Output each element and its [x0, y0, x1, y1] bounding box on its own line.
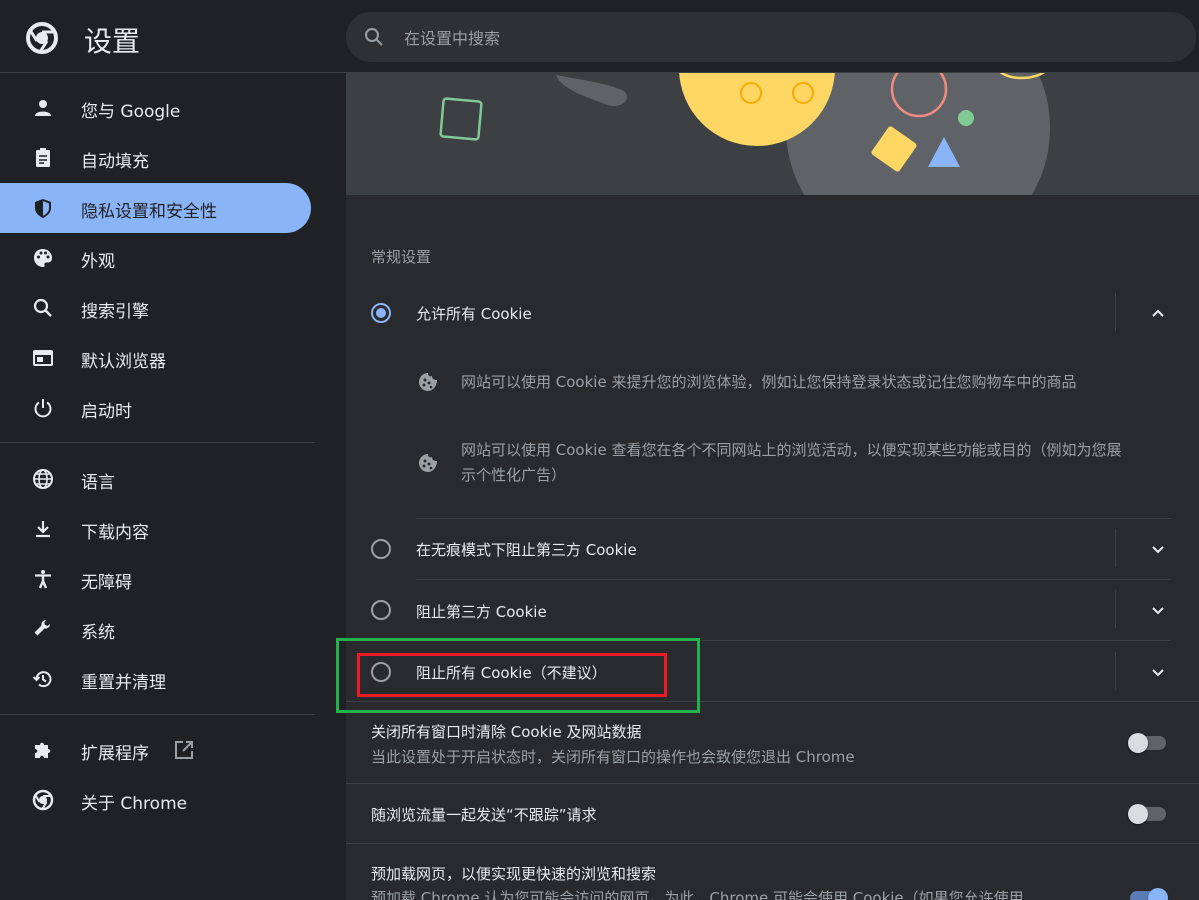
browser-icon	[33, 350, 53, 366]
history-icon	[32, 671, 52, 688]
search-icon	[33, 298, 52, 317]
chrome-icon	[32, 789, 54, 811]
radio-block-third-party-incognito[interactable]	[371, 539, 391, 559]
sidebar-item-system[interactable]: 系统	[0, 604, 311, 654]
sidebar-divider	[0, 714, 315, 715]
setting-label: 预加载网页，以便实现更快速的浏览和搜索	[371, 865, 657, 883]
cookie-icon	[419, 373, 437, 391]
download-icon	[36, 521, 50, 538]
setting-label: 随浏览流量一起发送“不跟踪”请求	[371, 806, 597, 824]
annotation-red-box	[357, 653, 667, 697]
wrench-icon	[34, 620, 50, 636]
chevron-down-icon[interactable]	[1148, 600, 1168, 620]
sidebar-item-privacy-security[interactable]: 隐私设置和安全性	[0, 183, 311, 233]
chevron-down-icon[interactable]	[1148, 539, 1168, 559]
row-divider	[416, 579, 1171, 580]
section-title: 常规设置	[371, 248, 432, 266]
sidebar-item-label: 关于 Chrome	[81, 794, 188, 814]
sidebar-item-downloads[interactable]: 下载内容	[0, 504, 311, 554]
cookie-detail-text-line2: 示个性化广告）	[461, 466, 567, 484]
sidebar-item-reset-cleanup[interactable]: 重置并清理	[0, 654, 311, 704]
top-bar: 设置	[0, 0, 1199, 73]
separator	[1115, 590, 1116, 628]
sidebar-item-label: 自动填充	[81, 152, 149, 172]
search-box[interactable]	[346, 12, 1196, 62]
option-label: 在无痕模式下阻止第三方 Cookie	[416, 541, 637, 559]
sidebar-item-label: 启动时	[81, 402, 132, 422]
setting-sublabel: 预加载 Chrome 认为您可能会访问的网页。为此，Chrome 可能会使用 C…	[371, 889, 1024, 900]
row-divider	[346, 783, 1199, 784]
main-panel: 常规设置 允许所有 Cookie 网站可以使用 Cookie 来提升您的浏览体验…	[346, 73, 1199, 900]
toggle-knob	[1128, 733, 1148, 753]
separator	[1115, 652, 1116, 690]
cookie-icon	[419, 454, 437, 472]
toggle-do-not-track[interactable]	[1128, 804, 1166, 824]
sidebar-item-label: 语言	[81, 473, 115, 493]
sidebar-item-languages[interactable]: 语言	[0, 454, 311, 504]
chevron-down-icon[interactable]	[1148, 662, 1168, 682]
cookie-detail-text-line1: 网站可以使用 Cookie 查看您在各个不同网站上的浏览活动，以便实现某些功能或…	[461, 441, 1122, 459]
sidebar-item-label: 默认浏览器	[81, 352, 166, 372]
open-in-new-icon	[175, 741, 193, 759]
radio-block-third-party[interactable]	[371, 600, 391, 620]
toggle-clear-on-exit[interactable]	[1128, 733, 1166, 753]
puzzle-icon	[35, 742, 51, 758]
power-icon	[34, 399, 52, 418]
globe-icon	[33, 469, 53, 489]
cookie-detail-text: 网站可以使用 Cookie 来提升您的浏览体验，例如让您保持登录状态或记住您购物…	[461, 373, 1077, 391]
sidebar-item-label: 外观	[81, 252, 115, 272]
sidebar-item-on-startup[interactable]: 启动时	[0, 383, 311, 433]
row-divider	[416, 518, 1171, 519]
row-divider	[346, 843, 1199, 844]
search-input[interactable]	[402, 26, 1166, 50]
sidebar: 您与 Google 自动填充 隐私设置和安全性 外观 搜索引擎 默认浏览器 启动…	[0, 73, 330, 900]
sidebar-divider	[0, 442, 315, 443]
radio-allow-all[interactable]	[371, 303, 391, 323]
sidebar-item-default-browser[interactable]: 默认浏览器	[0, 333, 311, 383]
sidebar-item-accessibility[interactable]: 无障碍	[0, 554, 311, 604]
setting-sublabel: 当此设置处于开启状态时，关闭所有窗口的操作也会致使您退出 Chrome	[371, 748, 855, 766]
sidebar-item-search-engine[interactable]: 搜索引擎	[0, 283, 311, 333]
clipboard-icon	[36, 148, 50, 167]
sidebar-item-you-and-google[interactable]: 您与 Google	[0, 83, 311, 133]
toggle-knob	[1148, 888, 1168, 900]
sidebar-item-appearance[interactable]: 外观	[0, 233, 311, 283]
illustration-graphic	[346, 73, 1199, 195]
option-label: 允许所有 Cookie	[416, 305, 532, 323]
sidebar-item-extensions[interactable]: 扩展程序	[0, 725, 311, 775]
separator	[1115, 529, 1116, 567]
palette-icon	[34, 249, 52, 267]
chrome-logo-icon	[26, 22, 58, 54]
page-title: 设置	[84, 25, 141, 58]
cookie-illustration	[346, 73, 1199, 195]
sidebar-item-label: 隐私设置和安全性	[81, 202, 217, 222]
sidebar-item-label: 重置并清理	[81, 673, 166, 693]
sidebar-item-label: 扩展程序	[81, 744, 149, 764]
sidebar-item-autofill[interactable]: 自动填充	[0, 133, 311, 183]
search-icon	[365, 28, 383, 46]
chevron-up-icon[interactable]	[1148, 303, 1168, 323]
sidebar-item-label: 下载内容	[81, 523, 149, 543]
accessibility-icon	[35, 570, 51, 589]
person-icon	[35, 100, 51, 116]
sidebar-item-label: 无障碍	[81, 573, 132, 593]
sidebar-item-label: 您与 Google	[81, 102, 181, 122]
sidebar-item-about-chrome[interactable]: 关于 Chrome	[0, 775, 311, 825]
shield-icon	[35, 199, 51, 218]
toggle-knob	[1128, 804, 1148, 824]
option-label: 阻止第三方 Cookie	[416, 603, 547, 621]
sidebar-item-label: 系统	[81, 623, 115, 643]
sidebar-item-label: 搜索引擎	[81, 302, 149, 322]
toggle-preload-pages[interactable]	[1130, 888, 1168, 900]
setting-label: 关闭所有窗口时清除 Cookie 及网站数据	[371, 723, 642, 741]
separator	[1115, 293, 1116, 331]
